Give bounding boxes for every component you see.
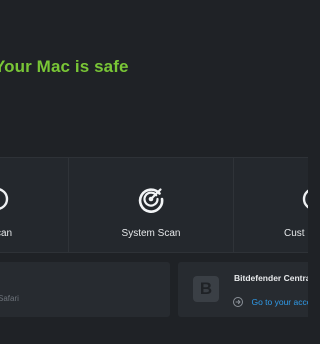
custom-scan-label: Cust — [284, 228, 305, 239]
quick-scan-label: can — [0, 228, 13, 239]
bitdefender-dashboard: Your Mac is safe can System Scan Cus — [0, 0, 308, 344]
safari-card-subtitle: Safari — [0, 294, 19, 303]
system-scan-icon — [138, 188, 164, 213]
system-scan-label: System Scan — [121, 228, 181, 239]
central-link-text: Go to your acco — [251, 296, 308, 307]
central-card-title: Bitdefender Centra — [234, 273, 308, 283]
system-scan-button[interactable]: System Scan — [69, 158, 234, 252]
safari-card[interactable]: Safari — [0, 262, 170, 317]
bitdefender-b-logo-icon: B — [193, 276, 219, 302]
quick-scan-icon — [0, 188, 9, 210]
bitdefender-central-card[interactable]: B Bitdefender Centra Go to your acco — [178, 262, 308, 317]
scan-actions-strip: can System Scan Cust — [0, 157, 308, 253]
custom-scan-button[interactable]: Cust — [235, 158, 308, 252]
central-account-link[interactable]: Go to your acco — [233, 293, 308, 307]
arrow-right-circle-icon — [233, 296, 243, 307]
quick-scan-button[interactable]: can — [0, 158, 69, 252]
protection-status-title: Your Mac is safe — [0, 57, 129, 76]
custom-scan-icon — [302, 189, 308, 209]
